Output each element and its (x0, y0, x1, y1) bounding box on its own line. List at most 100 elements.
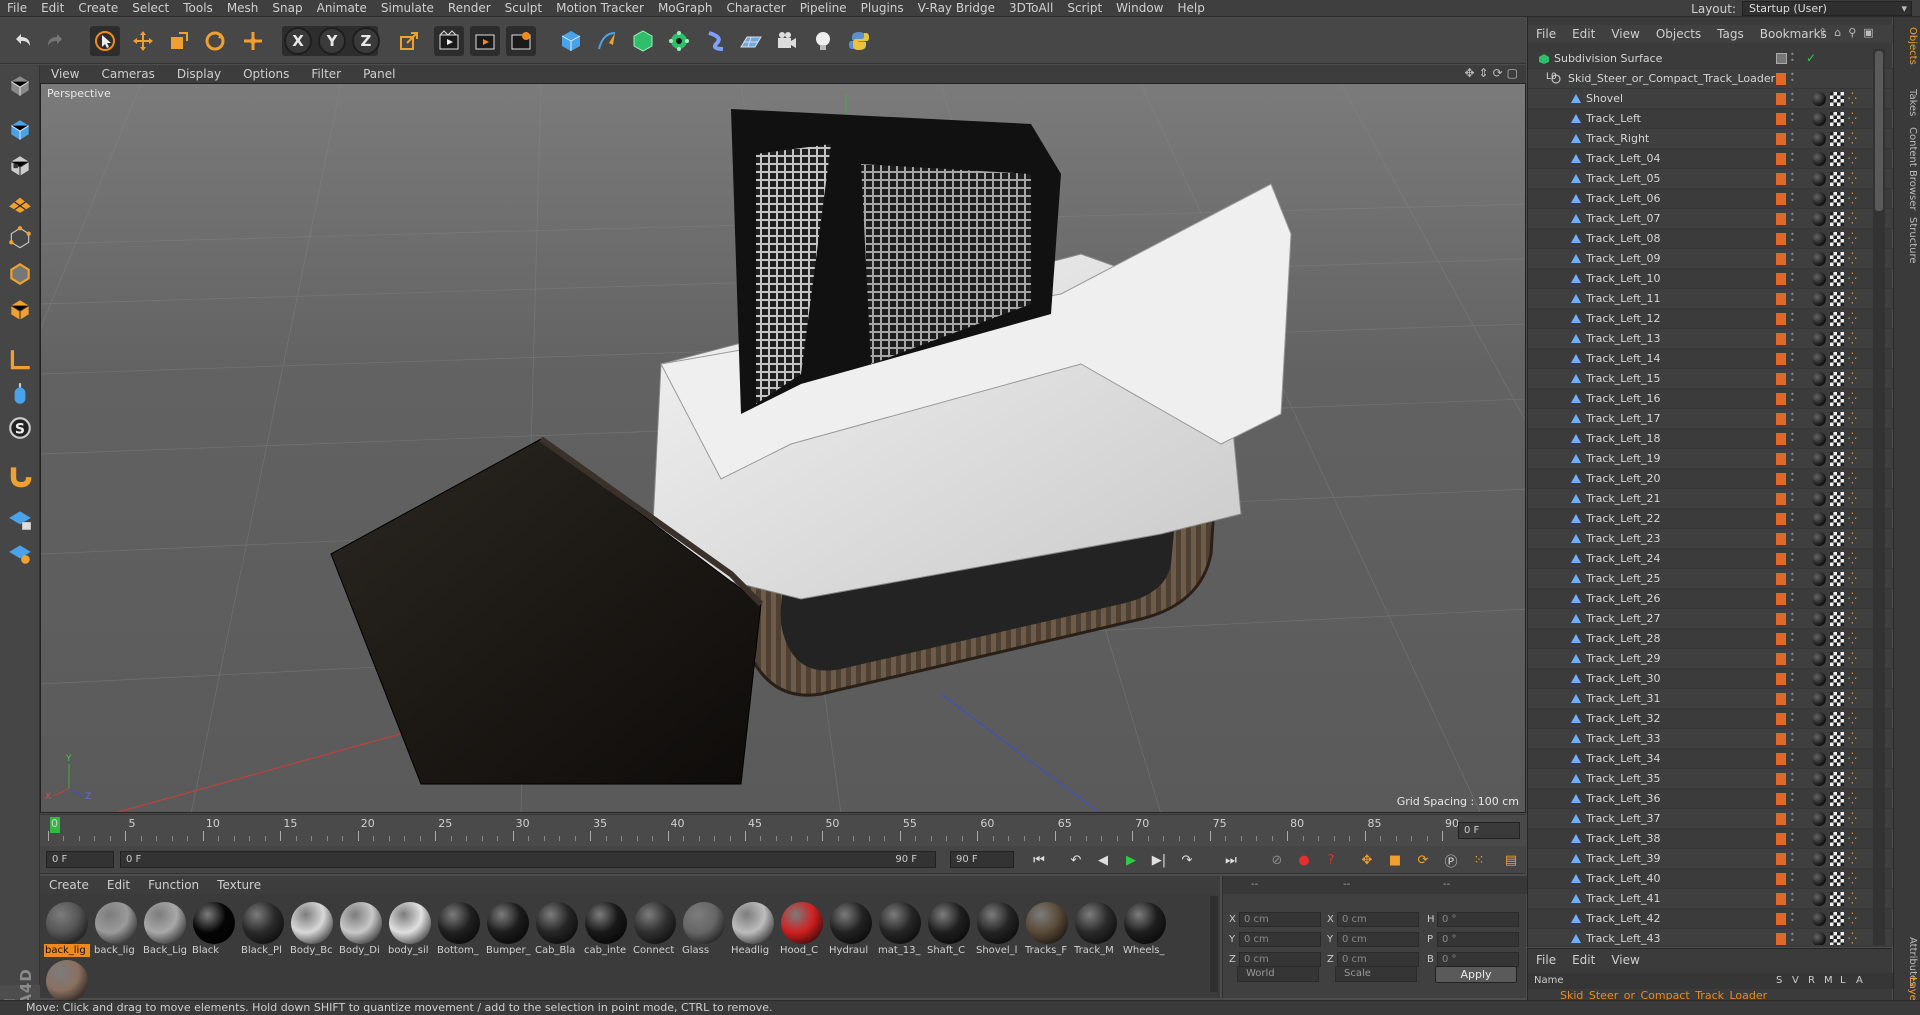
light-icon[interactable] (808, 26, 838, 56)
material-tag-icon[interactable] (1812, 92, 1826, 106)
material-tag-icon[interactable] (1812, 792, 1826, 806)
object-row[interactable]: Track_Left_06 • • ⁛ (1528, 189, 1893, 209)
phong-tag-icon[interactable]: ⁛ (1848, 252, 1862, 266)
material-tag-icon[interactable] (1812, 512, 1826, 526)
next-frame-icon[interactable]: ▶| (1148, 850, 1170, 870)
visibility-dots-icon[interactable]: • • (1790, 731, 1795, 746)
layer-color-swatch[interactable] (1776, 273, 1786, 285)
new-view-icon[interactable]: ▣ (1863, 26, 1873, 39)
visibility-dots-icon[interactable]: • • (1790, 891, 1795, 906)
visibility-dots-icon[interactable]: • • (1790, 911, 1795, 926)
visibility-dots-icon[interactable]: • • (1790, 111, 1795, 126)
object-row[interactable]: Shovel • • ⁛ (1528, 89, 1893, 109)
make-editable-icon[interactable] (5, 71, 35, 101)
material-tag-icon[interactable] (1812, 692, 1826, 706)
key-pla-icon[interactable]: ⁙ (1468, 850, 1490, 870)
layer-menu-file[interactable]: File (1528, 951, 1564, 969)
visibility-dots-icon[interactable]: • • (1790, 91, 1795, 106)
object-row[interactable]: Subdivision Surface • • ✓ (1528, 49, 1893, 69)
layer-color-swatch[interactable] (1776, 73, 1786, 85)
texture-tag-icon[interactable] (1830, 412, 1844, 426)
texture-tag-icon[interactable] (1830, 472, 1844, 486)
texture-tag-icon[interactable] (1830, 392, 1844, 406)
coordinate-mode-dropdown[interactable]: Scale (1335, 966, 1417, 982)
visibility-dots-icon[interactable]: • • (1790, 191, 1795, 206)
viewport-menu-cameras[interactable]: Cameras (90, 67, 165, 81)
material-swatch[interactable]: Body_Di (338, 900, 384, 958)
object-row[interactable]: Track_Left_29 • • ⁛ (1528, 649, 1893, 669)
material-swatch[interactable]: back_lig (93, 900, 139, 958)
object-row[interactable]: Track_Left_20 • • ⁛ (1528, 469, 1893, 489)
menu-character[interactable]: Character (719, 0, 792, 17)
phong-tag-icon[interactable]: ⁛ (1848, 692, 1862, 706)
material-tag-icon[interactable] (1812, 912, 1826, 926)
layer-color-swatch[interactable] (1776, 533, 1786, 545)
object-row[interactable]: Track_Left_21 • • ⁛ (1528, 489, 1893, 509)
layer-color-swatch[interactable] (1776, 413, 1786, 425)
texture-tag-icon[interactable] (1830, 852, 1844, 866)
material-tag-icon[interactable] (1812, 232, 1826, 246)
texture-tag-icon[interactable] (1830, 92, 1844, 106)
scale-tool-icon[interactable] (164, 26, 194, 56)
y-axis-toggle[interactable]: Y (318, 27, 346, 55)
object-row[interactable]: Track_Left_39 • • ⁛ (1528, 849, 1893, 869)
phong-tag-icon[interactable]: ⁛ (1848, 112, 1862, 126)
phong-tag-icon[interactable]: ⁛ (1848, 572, 1862, 586)
visibility-dots-icon[interactable]: • • (1790, 291, 1795, 306)
material-tag-icon[interactable] (1812, 272, 1826, 286)
layer-color-swatch[interactable] (1776, 213, 1786, 225)
visibility-dots-icon[interactable]: • • (1790, 851, 1795, 866)
edges-mode-icon[interactable] (5, 259, 35, 289)
coordinate-value-field[interactable]: 0 ° (1437, 912, 1519, 927)
visibility-dots-icon[interactable]: • • (1790, 311, 1795, 326)
key-position-icon[interactable]: ✥ (1356, 850, 1378, 870)
material-tag-icon[interactable] (1812, 152, 1826, 166)
coordinate-value-field[interactable]: 0 ° (1437, 952, 1519, 967)
material-tag-icon[interactable] (1812, 612, 1826, 626)
layer-color-swatch[interactable] (1776, 373, 1786, 385)
object-row[interactable]: Track_Left_15 • • ⁛ (1528, 369, 1893, 389)
object-scrollbar-thumb[interactable] (1875, 51, 1883, 211)
pen-spline-icon[interactable] (592, 26, 622, 56)
coordinate-value-field[interactable]: 0 cm (1239, 952, 1321, 967)
layer-color-swatch[interactable] (1776, 553, 1786, 565)
object-row[interactable]: Track_Left_30 • • ⁛ (1528, 669, 1893, 689)
timeline[interactable]: 0 5 10 15 20 25 30 35 40 45 50 55 60 65 70 75 80 85 90 0 F (40, 814, 1526, 846)
texture-tag-icon[interactable] (1830, 692, 1844, 706)
side-tab-content-browser[interactable]: Content Browser (1896, 127, 1918, 210)
object-row[interactable]: Track_Left_28 • • ⁛ (1528, 629, 1893, 649)
menu-window[interactable]: Window (1109, 0, 1170, 17)
texture-tag-icon[interactable] (1830, 612, 1844, 626)
visibility-dots-icon[interactable]: • • (1790, 251, 1795, 266)
visibility-dots-icon[interactable]: • • (1790, 411, 1795, 426)
material-tag-icon[interactable] (1812, 452, 1826, 466)
material-tag-icon[interactable] (1812, 852, 1826, 866)
object-row[interactable]: Track_Left_05 • • ⁛ (1528, 169, 1893, 189)
phong-tag-icon[interactable]: ⁛ (1848, 292, 1862, 306)
texture-tag-icon[interactable] (1830, 492, 1844, 506)
texture-tag-icon[interactable] (1830, 672, 1844, 686)
material-swatch[interactable]: Headlig (730, 900, 776, 958)
material-tag-icon[interactable] (1812, 392, 1826, 406)
recent-tool-icon[interactable] (238, 26, 268, 56)
visibility-dots-icon[interactable]: • • (1790, 631, 1795, 646)
layer-color-swatch[interactable] (1776, 233, 1786, 245)
layer-color-swatch[interactable] (1776, 593, 1786, 605)
viewport-menu-filter[interactable]: Filter (300, 67, 352, 81)
visibility-dots-icon[interactable]: • • (1790, 71, 1795, 86)
viewport-menu-panel[interactable]: Panel (352, 67, 406, 81)
material-tag-icon[interactable] (1812, 372, 1826, 386)
phong-tag-icon[interactable]: ⁛ (1848, 412, 1862, 426)
viewport-menu-options[interactable]: Options (232, 67, 300, 81)
timeline-end-field[interactable]: 0 F (1458, 822, 1520, 839)
visibility-dots-icon[interactable]: • • (1790, 171, 1795, 186)
object-row[interactable]: Track_Left_40 • • ⁛ (1528, 869, 1893, 889)
material-tag-icon[interactable] (1812, 252, 1826, 266)
render-view-icon[interactable] (434, 26, 464, 56)
visibility-dots-icon[interactable]: • • (1790, 831, 1795, 846)
points-mode-icon[interactable] (5, 223, 35, 253)
dolly-icon[interactable]: ⇕ (1479, 66, 1489, 80)
previous-frame-icon[interactable]: ◀ (1092, 850, 1114, 870)
object-row[interactable]: Track_Left_34 • • ⁛ (1528, 749, 1893, 769)
phong-tag-icon[interactable]: ⁛ (1848, 512, 1862, 526)
